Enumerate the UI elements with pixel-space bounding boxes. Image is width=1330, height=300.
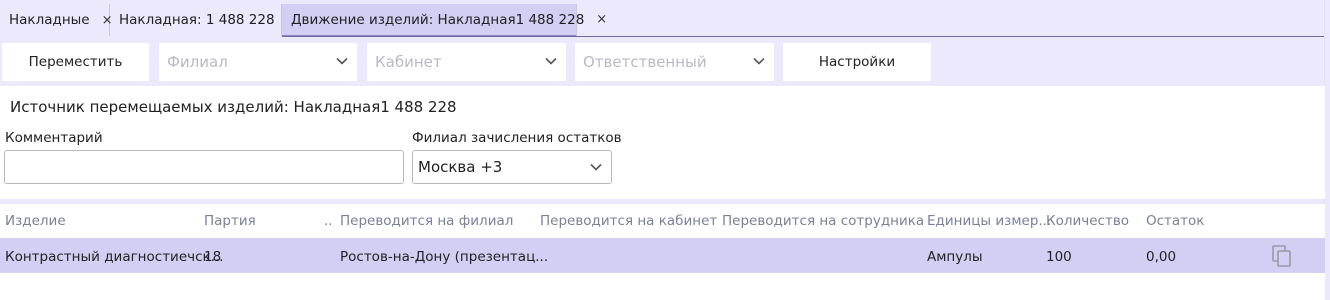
cell-unit: Ампулы	[927, 249, 983, 265]
col-header-product[interactable]: Изделие	[5, 213, 66, 229]
col-header-quantity[interactable]: Количество	[1046, 213, 1129, 229]
cell-product: Контрастный диагностиечск...	[5, 249, 224, 265]
cell-to-branch: Ростов-на-Дону (презентац...	[340, 249, 549, 265]
cell-batch: 18	[204, 249, 222, 265]
responsible-select[interactable]: Ответственный	[575, 43, 774, 81]
comment-field[interactable]	[4, 150, 404, 184]
col-header-to-branch[interactable]: Переводится на филиал	[340, 213, 513, 229]
col-header-unit[interactable]: Единицы измер...	[927, 213, 1051, 229]
branch-value: Москва +3	[418, 158, 503, 176]
cabinet-placeholder: Кабинет	[375, 53, 442, 71]
tab-invoices[interactable]: Накладные ×	[0, 4, 113, 36]
chevron-down-icon	[753, 57, 765, 65]
close-icon[interactable]: ×	[596, 12, 607, 27]
col-header-batch[interactable]: Партия	[204, 213, 256, 229]
col-header-collapsed[interactable]: ..	[324, 213, 333, 229]
move-button[interactable]: Переместить	[2, 43, 149, 81]
cell-remainder: 0,00	[1146, 249, 1177, 265]
copy-icon[interactable]	[1270, 244, 1294, 268]
cell-quantity: 100	[1046, 249, 1072, 265]
branch-label: Филиал зачисления остатков	[412, 130, 622, 146]
settings-button[interactable]: Настройки	[783, 43, 931, 81]
branch-dropdown[interactable]: Москва +3	[412, 150, 612, 184]
branch-placeholder: Филиал	[167, 53, 228, 71]
branch-select[interactable]: Филиал	[159, 43, 357, 81]
col-header-to-employee[interactable]: Переводится на сотрудника	[722, 213, 924, 229]
col-header-remainder[interactable]: Остаток	[1146, 213, 1204, 229]
source-line: Источник перемещаемых изделий: Накладная…	[10, 98, 457, 116]
tab-label: Движение изделий: Накладная1 488 228	[291, 11, 585, 28]
cabinet-select[interactable]: Кабинет	[367, 43, 566, 81]
col-header-to-cabinet[interactable]: Переводится на кабинет	[540, 213, 717, 229]
tab-invoice[interactable]: Накладная: 1 488 228 ×	[110, 4, 298, 36]
chevron-down-icon	[336, 57, 348, 65]
tab-label: Накладная: 1 488 228	[119, 12, 275, 28]
tab-underline	[282, 36, 1324, 37]
chevron-down-icon	[590, 163, 602, 171]
tab-product-movement[interactable]: Движение изделий: Накладная1 488 228 ×	[282, 4, 607, 37]
responsible-placeholder: Ответственный	[583, 53, 707, 71]
tab-label: Накладные	[9, 12, 90, 28]
comment-label: Комментарий	[5, 130, 103, 146]
chevron-down-icon	[545, 57, 557, 65]
